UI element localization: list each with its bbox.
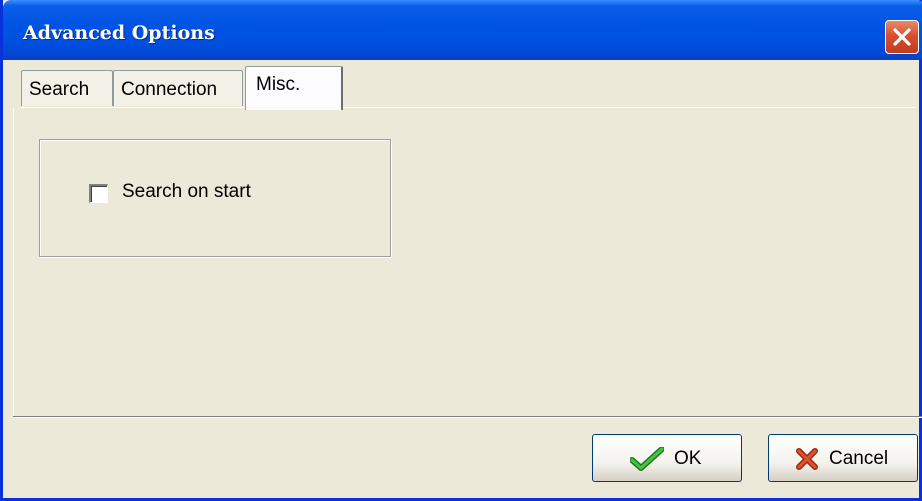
close-button[interactable] — [885, 20, 919, 54]
cancel-button-label: Cancel — [829, 448, 889, 469]
footer-separator — [13, 416, 922, 418]
dialog-title: Advanced Options — [23, 22, 215, 44]
tab-connection[interactable]: Connection — [113, 70, 243, 106]
search-on-start-checkbox[interactable] — [89, 184, 108, 203]
tab-misc[interactable]: Misc. — [245, 66, 343, 110]
tab-search[interactable]: Search — [21, 70, 113, 106]
cancel-button[interactable]: Cancel — [768, 434, 918, 482]
advanced-options-dialog: Advanced Options Search Connection Misc.… — [0, 0, 922, 501]
close-icon — [893, 28, 911, 46]
title-bar[interactable]: Advanced Options — [3, 0, 922, 60]
search-on-start-label[interactable]: Search on start — [122, 181, 251, 203]
checkmark-icon — [630, 447, 664, 471]
ok-button-label: OK — [674, 448, 702, 469]
ok-button[interactable]: OK — [592, 434, 742, 482]
tab-strip: Search Connection Misc. — [13, 64, 918, 110]
x-icon — [796, 448, 818, 470]
